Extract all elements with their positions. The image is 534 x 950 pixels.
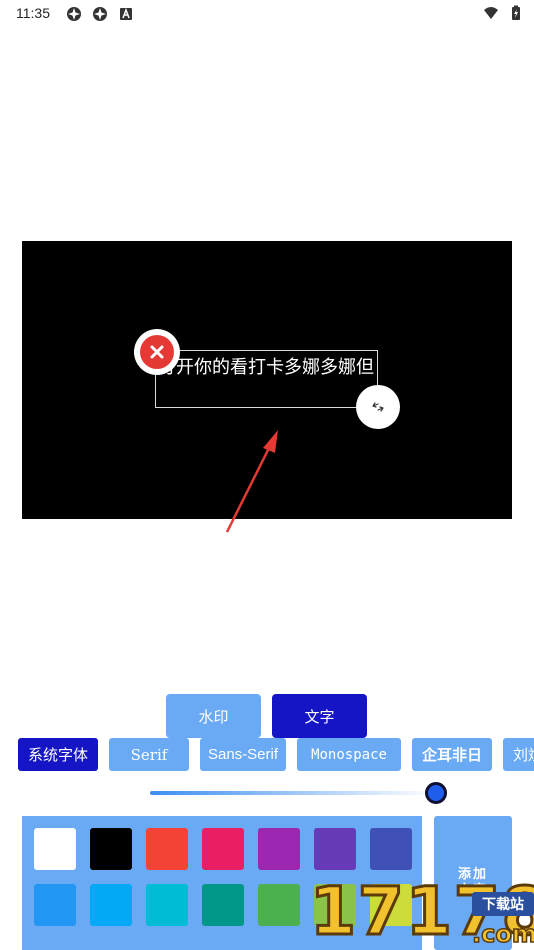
font-option-serif[interactable]: Serif <box>109 738 189 771</box>
tab-text[interactable]: 文字 <box>272 694 367 738</box>
color-swatch[interactable] <box>370 828 412 870</box>
color-swatch[interactable] <box>146 884 188 926</box>
color-swatch[interactable] <box>90 828 132 870</box>
font-option-custom-2[interactable]: 刘斌 <box>503 738 534 771</box>
logo-badge: 下载站 <box>472 892 534 916</box>
color-swatch[interactable] <box>202 884 244 926</box>
wifi-icon <box>484 7 498 19</box>
battery-charging-icon <box>512 5 520 20</box>
sticker-text: 打开你的看打卡多娜多娜但 <box>158 357 374 378</box>
font-option-sans-serif[interactable]: Sans-Serif <box>200 738 286 771</box>
tab-watermark[interactable]: 水印 <box>166 694 261 738</box>
slider-track[interactable] <box>150 791 436 795</box>
mode-tabs: 水印 文字 <box>0 694 534 738</box>
resize-sticker-handle[interactable] <box>356 385 400 429</box>
color-swatch[interactable] <box>34 828 76 870</box>
logo-domain: .com <box>471 919 534 949</box>
resize-arrows-icon <box>372 402 384 412</box>
image-canvas[interactable]: 打开你的看打卡多娜多娜但 <box>22 241 512 519</box>
app-notification-icon <box>67 7 81 21</box>
font-option-system[interactable]: 系统字体 <box>18 738 98 771</box>
font-option-custom-1[interactable]: 企耳非日 <box>412 738 492 771</box>
color-swatch[interactable] <box>314 828 356 870</box>
color-swatch[interactable] <box>202 828 244 870</box>
font-option-monospace[interactable]: Monospace <box>297 738 401 771</box>
text-sticker[interactable]: 打开你的看打卡多娜多娜但 <box>155 350 378 408</box>
color-swatch[interactable] <box>34 884 76 926</box>
close-icon <box>150 345 164 359</box>
android-icon <box>120 7 132 20</box>
font-selector[interactable]: 系统字体 Serif Sans-Serif Monospace 企耳非日 刘斌 <box>0 738 534 772</box>
color-swatch[interactable] <box>90 884 132 926</box>
color-swatch[interactable] <box>146 828 188 870</box>
color-swatch[interactable] <box>258 828 300 870</box>
site-watermark-logo: 17178 下载站 .com <box>306 872 534 950</box>
slider-thumb[interactable] <box>425 782 447 804</box>
delete-sticker-button[interactable] <box>134 329 180 375</box>
text-size-slider[interactable] <box>150 782 450 804</box>
status-bar: 11:35 <box>0 0 534 30</box>
color-swatch[interactable] <box>258 884 300 926</box>
status-time: 11:35 <box>16 5 50 21</box>
app-notification-icon <box>93 7 107 21</box>
